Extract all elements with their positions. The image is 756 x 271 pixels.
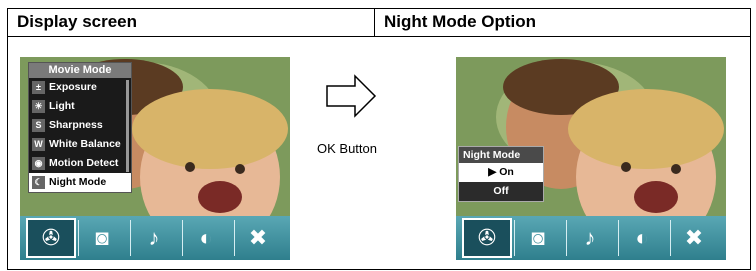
menu-item-label: Motion Detect — [49, 157, 119, 169]
night-mode-menu: Night Mode ▶ On Off — [458, 146, 544, 202]
menu-item-exposure[interactable]: ± Exposure — [29, 78, 131, 97]
header-night-mode-option: Night Mode Option — [384, 12, 537, 31]
movie-mode-menu: Movie Mode ± Exposure ☀ Light S Sharpness W… — [28, 62, 132, 193]
exposure-icon: ± — [32, 81, 45, 94]
menu-item-night-mode[interactable]: ☾ Night Mode — [29, 173, 131, 192]
camera-icon[interactable]: ◙ — [78, 220, 125, 256]
menu-item-white-balance[interactable]: W White Balance — [29, 135, 131, 154]
header-cell-display: Display screen — [8, 9, 375, 36]
menu-item-light[interactable]: ☀ Light — [29, 97, 131, 116]
camera-icon[interactable]: ◙ — [514, 220, 561, 256]
palette-icon[interactable]: ◐ — [182, 220, 229, 256]
night-option-off[interactable]: Off — [459, 182, 543, 201]
night-mode-icon: ☾ — [32, 176, 45, 189]
instruction-table: Display screen Night Mode Option Movie M… — [7, 8, 751, 270]
mode-tab-bar: ✇ ◙ ♪ ◐ ✖ — [456, 216, 726, 260]
menu-item-label: Night Mode — [49, 176, 107, 188]
menu-scrollbar[interactable] — [126, 80, 129, 172]
right-arrow-icon — [326, 74, 377, 118]
movie-reel-icon[interactable]: ✇ — [26, 218, 76, 258]
display-screen-right: Night Mode ▶ On Off ✇ ◙ ♪ ◐ ✖ — [456, 57, 726, 260]
menu-item-label: Exposure — [49, 81, 97, 93]
tools-icon[interactable]: ✖ — [234, 220, 281, 256]
menu-item-motion-detect[interactable]: ◉ Motion Detect — [29, 154, 131, 173]
sharpness-icon: S — [32, 119, 45, 132]
header-display-screen: Display screen — [17, 12, 138, 31]
tools-icon[interactable]: ✖ — [670, 220, 717, 256]
night-option-on[interactable]: ▶ On — [459, 163, 543, 182]
menu-title: Movie Mode — [29, 63, 131, 78]
menu-item-label: Sharpness — [49, 119, 103, 131]
menu-item-sharpness[interactable]: S Sharpness — [29, 116, 131, 135]
display-screen-left: Movie Mode ± Exposure ☀ Light S Sharpness W… — [20, 57, 290, 260]
palette-icon[interactable]: ◐ — [618, 220, 665, 256]
microphone-icon[interactable]: ♪ — [566, 220, 613, 256]
white-balance-icon: W — [32, 138, 45, 151]
microphone-icon[interactable]: ♪ — [130, 220, 177, 256]
mode-tab-bar: ✇ ◙ ♪ ◐ ✖ — [20, 216, 290, 260]
menu-item-label: Light — [49, 100, 75, 112]
night-menu-title: Night Mode — [459, 147, 543, 163]
movie-reel-icon[interactable]: ✇ — [462, 218, 512, 258]
menu-item-label: White Balance — [49, 138, 121, 150]
light-icon: ☀ — [32, 100, 45, 113]
ok-button-label: OK Button — [317, 141, 377, 156]
table-header-row: Display screen Night Mode Option — [8, 9, 750, 37]
motion-detect-icon: ◉ — [32, 157, 45, 170]
